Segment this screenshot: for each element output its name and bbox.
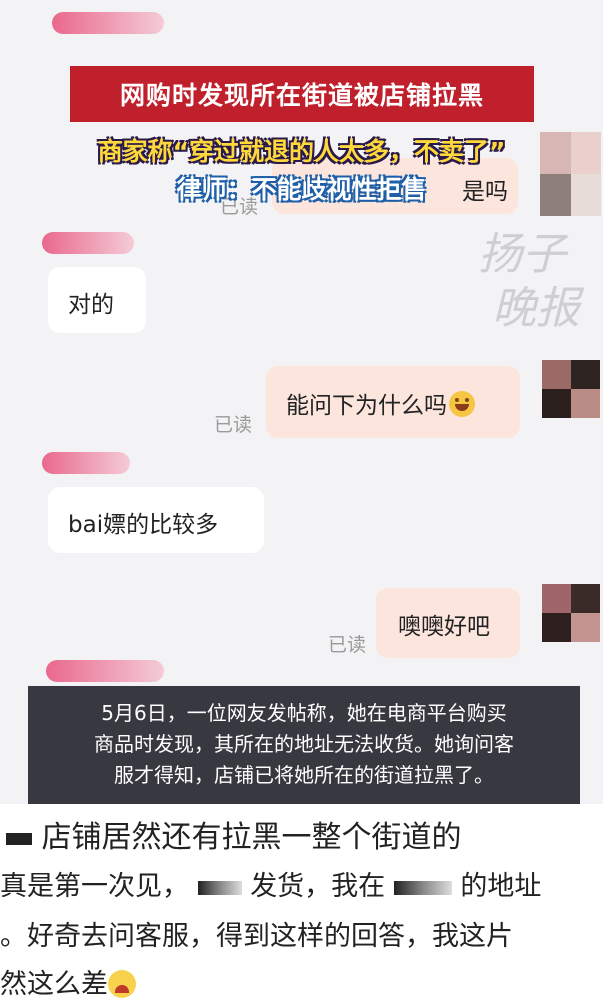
headline-text: 网购时发现所在街道被店铺拉黑	[119, 81, 484, 110]
laughing-emoji-icon	[449, 391, 475, 417]
caption-line: 服才得知，店铺已将她所在的街道拉黑了。	[114, 763, 494, 787]
post-body-line: 真是第一次见， 发货，我在 的地址	[0, 864, 541, 903]
social-post: 店铺居然还有拉黑一整个街道的 真是第一次见， 发货，我在 的地址 。好奇去问客服…	[0, 804, 603, 1000]
message-text: 对的	[68, 292, 114, 318]
message-bubble-left: bai嫖的比较多	[48, 487, 264, 553]
subtitle-lawyer: 律师：不能歧视性拒售	[176, 175, 427, 204]
redacted-username	[52, 12, 164, 34]
newspaper-watermark: 扬子 晚报	[478, 228, 588, 336]
post-body-line: 。好奇去问客服，得到这样的回答，我这片	[0, 921, 513, 952]
post-text: 的地址	[460, 871, 542, 902]
avatar	[542, 584, 600, 642]
message-text: 能问下为什么吗	[286, 393, 447, 419]
avatar	[542, 360, 600, 418]
redacted-mark	[393, 880, 452, 895]
post-body-line: 然这么差	[0, 962, 136, 1000]
headline-banner: 网购时发现所在街道被店铺拉黑	[70, 66, 534, 122]
caption-line: 商品时发现，其所在的地址无法收货。她询问客	[94, 732, 514, 756]
message-bubble-right: 能问下为什么吗	[266, 366, 520, 438]
post-text: 然这么差	[0, 969, 108, 1000]
watermark-line: 晚报	[492, 283, 580, 334]
message-bubble-right: 噢噢好吧	[376, 588, 520, 658]
message-text: bai嫖的比较多	[68, 512, 219, 538]
read-receipt: 已读	[328, 634, 367, 656]
post-text: 真是第一次见，	[0, 871, 189, 902]
caption-line: 5月6日，一位网友发帖称，她在电商平台购买	[101, 701, 507, 725]
read-receipt: 已读	[214, 414, 253, 436]
post-text: 发货，我在	[250, 871, 386, 902]
redacted-username	[42, 452, 130, 474]
message-bubble-left: 对的	[48, 267, 146, 333]
news-caption: 5月6日，一位网友发帖称，她在电商平台购买 商品时发现，其所在的地址无法收货。她…	[28, 686, 580, 804]
post-title-text: 店铺居然还有拉黑一整个街道的	[41, 820, 462, 855]
redacted-mark	[197, 880, 242, 895]
redacted-mark	[6, 832, 32, 845]
watermark-line: 扬子	[478, 229, 566, 280]
message-text: 噢噢好吧	[398, 614, 490, 640]
redacted-username	[46, 660, 164, 682]
post-title: 店铺居然还有拉黑一整个街道的	[6, 812, 462, 856]
subtitle-merchant: 商家称“穿过就退的人太多，不卖了”	[97, 137, 506, 166]
redacted-username	[42, 232, 134, 254]
crying-emoji-icon	[108, 970, 136, 998]
